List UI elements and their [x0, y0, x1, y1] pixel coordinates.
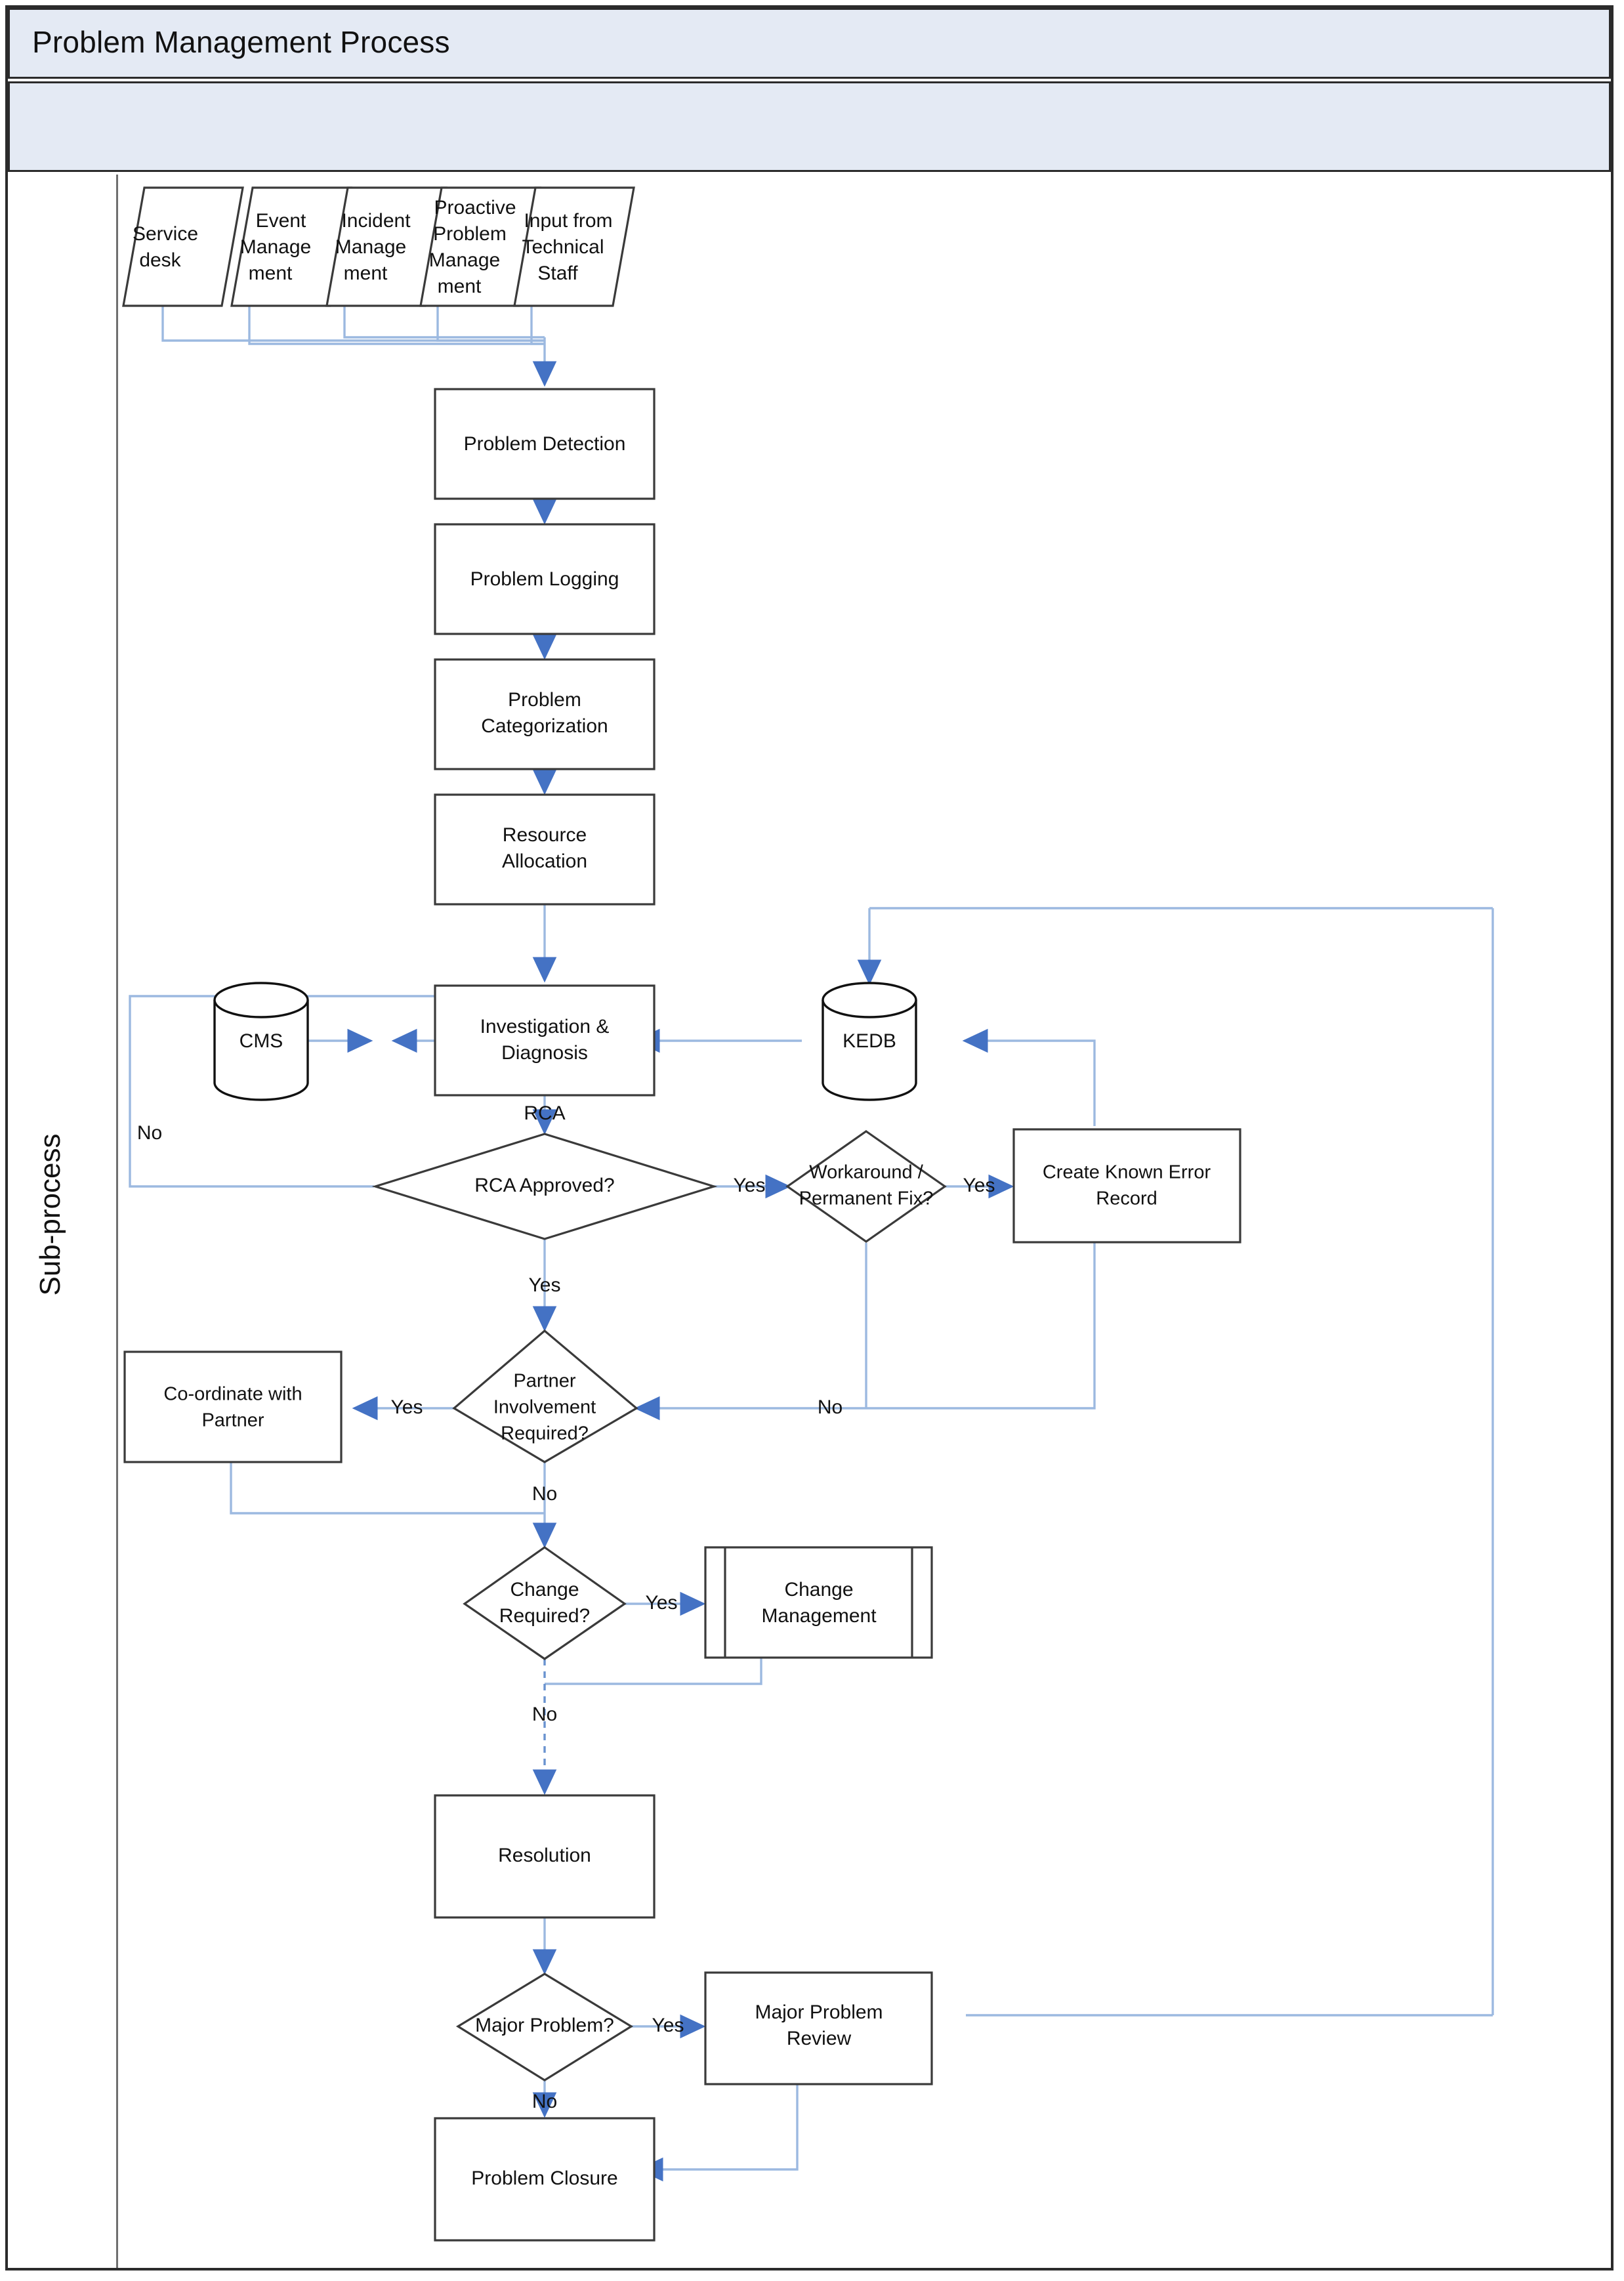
edge-label-no-major: No: [532, 2091, 557, 2112]
node-label: ment: [438, 276, 482, 297]
node-resource-allocation[interactable]: Resource Allocation: [434, 793, 656, 906]
node-label: Workaround /: [809, 1162, 923, 1183]
node-label: Incident: [341, 210, 411, 232]
node-label: desk: [139, 249, 181, 271]
node-label: Co-ordinate with: [163, 1384, 302, 1405]
node-problem-closure[interactable]: Problem Closure: [434, 2117, 656, 2242]
edge-input-drop-1: [161, 306, 545, 342]
edge-label-rca: RCA: [524, 1102, 565, 1124]
edge-label-no-partner: No: [532, 1483, 557, 1505]
node-label: Allocation: [502, 850, 587, 872]
node-problem-categorization[interactable]: Problem Categorization: [434, 658, 656, 770]
node-label: Required?: [499, 1605, 590, 1627]
node-label: Categorization: [481, 715, 608, 737]
node-label: Create Known Error: [1043, 1162, 1211, 1183]
edge-label-yes-partner: Yes: [391, 1396, 423, 1418]
node-coordinate-with-partner[interactable]: Co-ordinate with Partner: [123, 1350, 343, 1463]
node-major-problem-decision[interactable]: Major Problem?: [455, 1973, 634, 2082]
edge-review-closure: [637, 2084, 799, 2182]
node-label: Event: [256, 210, 306, 232]
node-label: Problem: [508, 689, 581, 711]
node-problem-detection[interactable]: Problem Detection: [434, 388, 656, 500]
flowchart-canvas: Service desk Event Manage ment Incident …: [118, 175, 1611, 2268]
node-label: Diagnosis: [501, 1042, 588, 1064]
node-label: KEDB: [843, 1030, 896, 1052]
edge-ker-to-kedb: [962, 1028, 1096, 1126]
node-label: Management: [761, 1605, 877, 1627]
node-label: CMS: [239, 1030, 283, 1052]
node-label: Problem Detection: [464, 433, 626, 455]
flowchart-page: Problem Management Process Sub-process S…: [0, 0, 1624, 2281]
node-partner-involvement-decision[interactable]: Partner Involvement Required?: [452, 1329, 638, 1463]
edge-label-yes-workaround: Yes: [963, 1175, 995, 1196]
edge-label-yes-major: Yes: [652, 2015, 684, 2036]
node-label: Involvement: [493, 1397, 596, 1418]
node-label: Required?: [501, 1423, 589, 1444]
page-title: Problem Management Process: [32, 25, 450, 59]
node-label: Resource: [503, 824, 587, 846]
swimlane-label: Sub-process: [34, 1133, 66, 1296]
node-label: Permanent Fix?: [799, 1188, 934, 1209]
node-label: Review: [787, 2028, 852, 2049]
node-label: Change: [510, 1579, 579, 1601]
node-investigation-diagnosis[interactable]: Investigation & Diagnosis: [434, 984, 656, 1097]
node-change-required-decision[interactable]: Change Required?: [463, 1546, 627, 1660]
node-label: Service: [133, 223, 198, 245]
node-label: Manage: [335, 236, 406, 258]
edge-label-yes-rca-down: Yes: [529, 1274, 561, 1296]
node-service-desk[interactable]: Service desk: [122, 186, 244, 307]
node-kedb-database[interactable]: KEDB: [822, 982, 917, 1101]
edge-input-drop-3: [343, 306, 545, 339]
edge-label-yes-change: Yes: [646, 1592, 678, 1614]
node-label: Change: [784, 1579, 853, 1601]
node-label: Problem: [433, 223, 507, 245]
node-label: Major Problem: [755, 2001, 883, 2023]
edge-label-no-workaround: No: [818, 1396, 843, 1418]
node-label: RCA Approved?: [474, 1175, 614, 1196]
node-label: Investigation &: [480, 1016, 610, 1037]
node-label: Proactive: [434, 197, 516, 219]
node-label: Major Problem?: [475, 2015, 614, 2036]
node-label: Resolution: [498, 1845, 591, 1866]
swimlane-header: Sub-process: [8, 175, 118, 2268]
edge-cm-join: [545, 1658, 762, 1685]
node-label: ment: [249, 262, 293, 284]
node-input-technical-staff[interactable]: Input from Technical Staff: [513, 186, 635, 307]
node-cms-database[interactable]: CMS: [213, 982, 309, 1101]
edge-coordinate-join: [230, 1462, 545, 1515]
node-label: Staff: [537, 262, 578, 284]
node-label: Partner: [201, 1410, 264, 1431]
subtitle-band: [8, 81, 1611, 172]
edge-label-no-change: No: [532, 1704, 557, 1725]
title-band: Problem Management Process: [8, 8, 1611, 79]
node-create-known-error-record[interactable]: Create Known Error Record: [1012, 1128, 1241, 1244]
node-resolution[interactable]: Resolution: [434, 1794, 656, 1919]
node-major-problem-review[interactable]: Major Problem Review: [704, 1971, 933, 2085]
node-label: Record: [1096, 1188, 1157, 1209]
node-label: Problem Closure: [471, 2167, 617, 2189]
edge-label-yes-rca-right: Yes: [734, 1175, 766, 1196]
node-label: Input from: [524, 210, 612, 232]
node-label: Manage: [240, 236, 311, 258]
node-problem-logging[interactable]: Problem Logging: [434, 523, 656, 635]
node-label: Technical: [522, 236, 604, 258]
node-label: ment: [344, 262, 388, 284]
node-label: Manage: [429, 249, 500, 271]
node-rca-approved-decision[interactable]: RCA Approved?: [371, 1133, 718, 1240]
node-workaround-decision[interactable]: Workaround / Permanent Fix?: [785, 1130, 947, 1243]
edge-input-drop-4: [436, 306, 545, 342]
node-label: Problem Logging: [470, 568, 619, 590]
edge-label-no-rca: No: [137, 1122, 162, 1144]
node-label: Partner: [513, 1371, 575, 1392]
node-change-management-subprocess[interactable]: Change Management: [704, 1546, 933, 1659]
